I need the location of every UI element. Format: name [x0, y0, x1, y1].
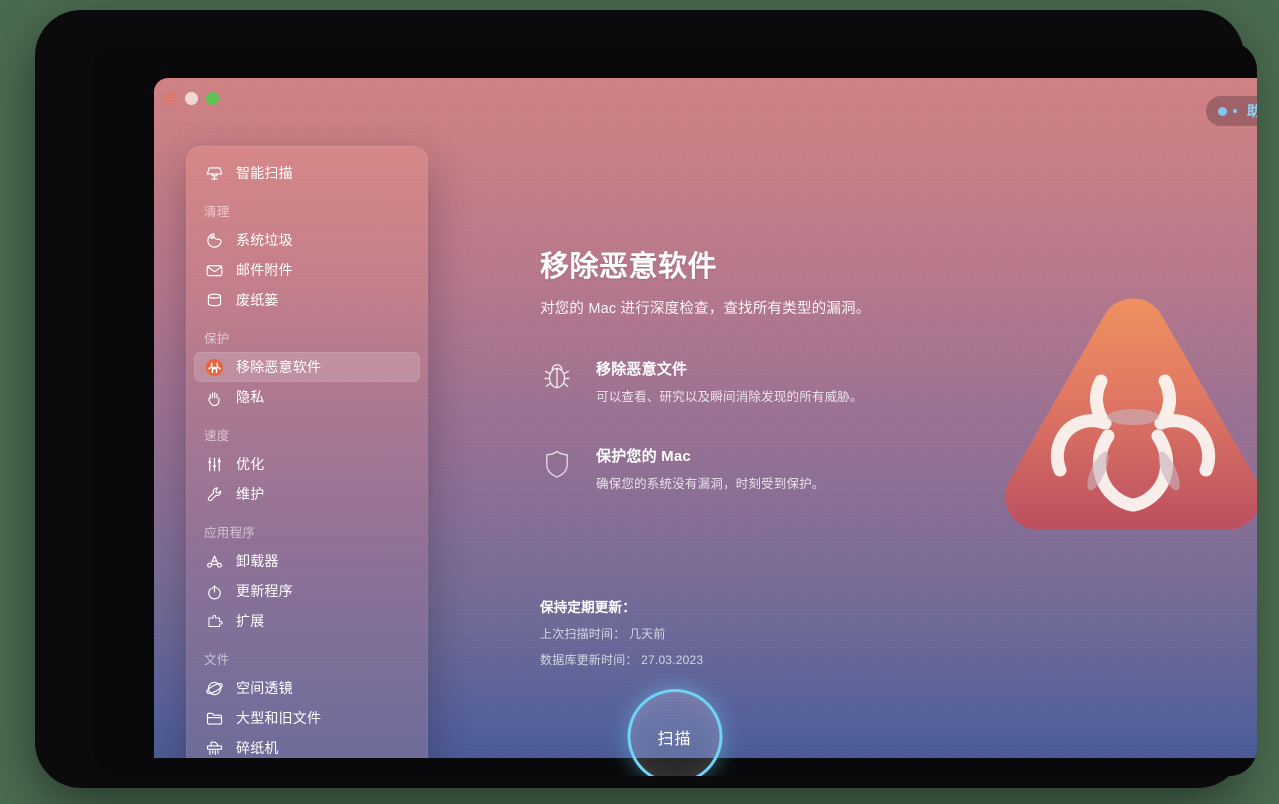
sidebar-item-trash[interactable]: 废纸篓 — [194, 285, 420, 315]
db-update-value: 27.03.2023 — [641, 653, 704, 667]
last-scan-value: 几天前 — [628, 627, 666, 641]
screenshot-stage: 助手 移除恶意软件 对您的 Mac 进行深度检查，查找所有类型的漏洞。 — [0, 0, 1279, 804]
space-lens-icon — [204, 678, 224, 698]
feature-text: 移除恶意文件 可以查看、研究以及瞬间消除发现的所有威胁。 — [596, 358, 863, 405]
maintenance-wrench-icon — [204, 484, 224, 504]
uninstaller-icon — [204, 551, 224, 571]
sidebar-item-system-junk[interactable]: 系统垃圾 — [194, 225, 420, 255]
sidebar-group-label-applications: 应用程序 — [204, 526, 256, 540]
sidebar-item-uninstaller[interactable]: 卸载器 — [194, 546, 420, 576]
sidebar-item-label: 更新程序 — [236, 583, 293, 599]
sidebar-item-mail-attachments[interactable]: 邮件附件 — [194, 255, 420, 285]
feature-row: 移除恶意文件 可以查看、研究以及瞬间消除发现的所有威胁。 — [540, 358, 960, 405]
sidebar-item-label: 智能扫描 — [236, 165, 293, 181]
sidebar-group-label-cleanup: 清理 — [204, 205, 230, 219]
sidebar-item-privacy[interactable]: 隐私 — [194, 382, 420, 412]
assistant-label: 助手 — [1247, 103, 1257, 119]
sidebar-item-maintenance[interactable]: 维护 — [194, 479, 420, 509]
sidebar-item-label: 扩展 — [236, 613, 265, 629]
sidebar-item-smart-scan[interactable]: 智能扫描 — [194, 158, 420, 188]
sidebar-item-label: 空间透镜 — [236, 680, 293, 696]
minimize-button[interactable] — [185, 92, 198, 105]
main-content: 移除恶意软件 对您的 Mac 进行深度检查，查找所有类型的漏洞。 移除恶意文件 … — [428, 78, 1257, 758]
sidebar-item-label: 移除恶意软件 — [236, 359, 322, 375]
feature-desc: 确保您的系统没有漏洞，时刻受到保护。 — [596, 477, 825, 491]
assistant-dot-small-icon — [1233, 109, 1237, 113]
laptop-screen: 助手 移除恶意软件 对您的 Mac 进行深度检查，查找所有类型的漏洞。 — [92, 42, 1257, 776]
feature-text: 保护您的 Mac 确保您的系统没有漏洞，时刻受到保护。 — [596, 445, 825, 492]
scan-button-label: 扫描 — [657, 730, 692, 748]
feature-title: 保护您的 Mac — [596, 448, 691, 465]
sidebar-item-optimization[interactable]: 优化 — [194, 449, 420, 479]
close-button[interactable] — [164, 92, 177, 105]
sidebar-group-label-protection: 保护 — [204, 332, 230, 346]
malware-removal-icon — [204, 357, 224, 377]
sidebar-item-label: 系统垃圾 — [236, 232, 293, 248]
extensions-icon — [204, 611, 224, 631]
trash-bin-icon — [204, 290, 224, 310]
last-scan-label: 上次扫描时间： — [540, 627, 626, 641]
sidebar-item-label: 隐私 — [236, 389, 265, 405]
feature-row: 保护您的 Mac 确保您的系统没有漏洞，时刻受到保护。 — [540, 445, 960, 492]
assistant-dot-large-icon — [1218, 106, 1227, 116]
assistant-button[interactable]: 助手 — [1206, 96, 1257, 126]
window-controls — [164, 92, 219, 105]
db-update-line: 数据库更新时间： 27.03.2023 — [540, 651, 703, 668]
update-heading: 保持定期更新： — [540, 600, 636, 615]
page-title: 移除恶意软件 — [540, 251, 718, 283]
sidebar-item-shredder[interactable]: 碎纸机 — [194, 733, 420, 758]
sidebar-group-label-speed: 速度 — [204, 429, 230, 443]
feature-desc: 可以查看、研究以及瞬间消除发现的所有威胁。 — [596, 390, 863, 404]
biohazard-warning-badge — [973, 293, 1257, 593]
db-update-label: 数据库更新时间： — [540, 653, 638, 667]
app-window: 助手 移除恶意软件 对您的 Mac 进行深度检查，查找所有类型的漏洞。 — [154, 78, 1257, 758]
optimization-sliders-icon — [204, 454, 224, 474]
last-scan-line: 上次扫描时间： 几天前 — [540, 625, 703, 642]
scan-button[interactable]: 扫描 — [627, 689, 722, 776]
sidebar-item-label: 邮件附件 — [236, 262, 293, 278]
sidebar-item-space-lens[interactable]: 空间透镜 — [194, 673, 420, 703]
sidebar-group-label-files: 文件 — [204, 653, 230, 667]
mail-attachments-icon — [204, 260, 224, 280]
smart-scan-icon — [204, 163, 224, 183]
updater-icon — [204, 581, 224, 601]
sidebar-item-label: 优化 — [236, 456, 265, 472]
sidebar-item-malware-removal[interactable]: 移除恶意软件 — [194, 352, 420, 382]
system-junk-icon — [204, 230, 224, 250]
maximize-button[interactable] — [206, 92, 219, 105]
shield-icon — [540, 445, 574, 481]
privacy-hand-icon — [204, 387, 224, 407]
sidebar-item-label: 卸载器 — [236, 553, 279, 569]
sidebar-item-label: 碎纸机 — [236, 740, 279, 756]
sidebar-item-label: 废纸篓 — [236, 292, 279, 308]
bug-icon — [540, 358, 574, 394]
shredder-icon — [204, 738, 224, 758]
sidebar-item-label: 大型和旧文件 — [236, 710, 322, 726]
page-subtitle: 对您的 Mac 进行深度检查，查找所有类型的漏洞。 — [540, 301, 871, 317]
sidebar-item-label: 维护 — [236, 486, 265, 502]
laptop-frame: 助手 移除恶意软件 对您的 Mac 进行深度检查，查找所有类型的漏洞。 — [35, 10, 1257, 788]
sidebar-item-large-old-files[interactable]: 大型和旧文件 — [194, 703, 420, 733]
update-info-block: 保持定期更新： 上次扫描时间： 几天前 数据库更新时间： 27.03.2023 — [540, 596, 703, 668]
feature-title: 移除恶意文件 — [596, 361, 688, 378]
sidebar-item-updater[interactable]: 更新程序 — [194, 576, 420, 606]
sidebar: 智能扫描 清理 系统垃圾 邮件附件 废纸篓 保护 移除恶意软件 隐私 速度 优化… — [186, 146, 428, 758]
content-text-block: 移除恶意软件 对您的 Mac 进行深度检查，查找所有类型的漏洞。 移除恶意文件 … — [540, 243, 960, 492]
large-old-files-icon — [204, 708, 224, 728]
sidebar-item-extensions[interactable]: 扩展 — [194, 606, 420, 636]
